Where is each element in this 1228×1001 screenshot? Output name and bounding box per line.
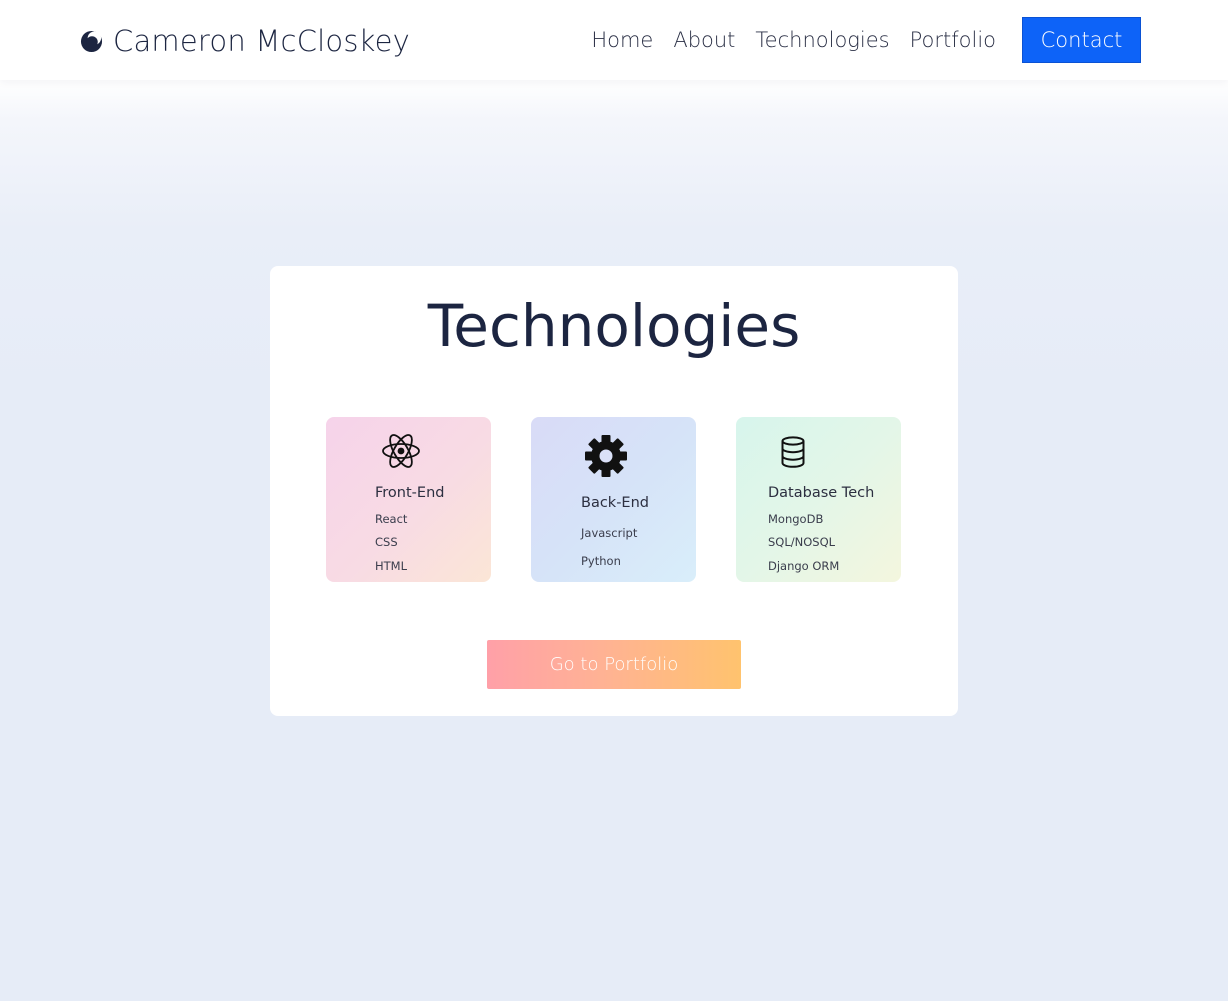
contact-button[interactable]: Contact [1022, 17, 1141, 63]
react-atom-icon [382, 434, 420, 468]
tech-tile-database: Database Tech MongoDB SQL/NOSQL Django O… [736, 417, 901, 582]
tile-heading-back-end: Back-End [581, 495, 649, 511]
nav-link-home[interactable]: Home [591, 28, 653, 52]
tile-item-html: HTML [375, 559, 408, 573]
nav-link-portfolio[interactable]: Portfolio [910, 28, 996, 52]
database-icon [781, 436, 805, 468]
tile-item-mongodb: MongoDB [768, 512, 824, 526]
tech-tile-back-end: Back-End Javascript Python [531, 417, 696, 582]
go-to-portfolio-button[interactable]: Go to Portfolio [487, 640, 741, 689]
brand-name: Cameron McCloskey [113, 24, 411, 58]
gear-icon [585, 435, 627, 477]
main-nav: Home About Technologies Portfolio Contac… [591, 17, 1141, 63]
moon-logo-icon [80, 30, 103, 52]
section-title: Technologies [427, 292, 801, 360]
tile-heading-front-end: Front-End [375, 485, 445, 501]
tile-heading-database: Database Tech [768, 485, 875, 501]
tile-item-django-orm: Django ORM [768, 559, 840, 573]
tile-item-css: CSS [375, 535, 398, 549]
tile-item-react: React [375, 512, 408, 526]
tile-item-sql-nosql: SQL/NOSQL [768, 535, 836, 549]
brand-link[interactable]: Cameron McCloskey [80, 22, 410, 60]
tile-item-javascript: Javascript [581, 526, 638, 540]
tile-item-python: Python [581, 554, 621, 568]
tech-tile-front-end: Front-End React CSS HTML [326, 417, 491, 582]
navbar: Cameron McCloskey Home About Technologie… [0, 0, 1228, 80]
nav-link-about[interactable]: About [673, 28, 735, 52]
nav-link-technologies[interactable]: Technologies [755, 28, 889, 52]
